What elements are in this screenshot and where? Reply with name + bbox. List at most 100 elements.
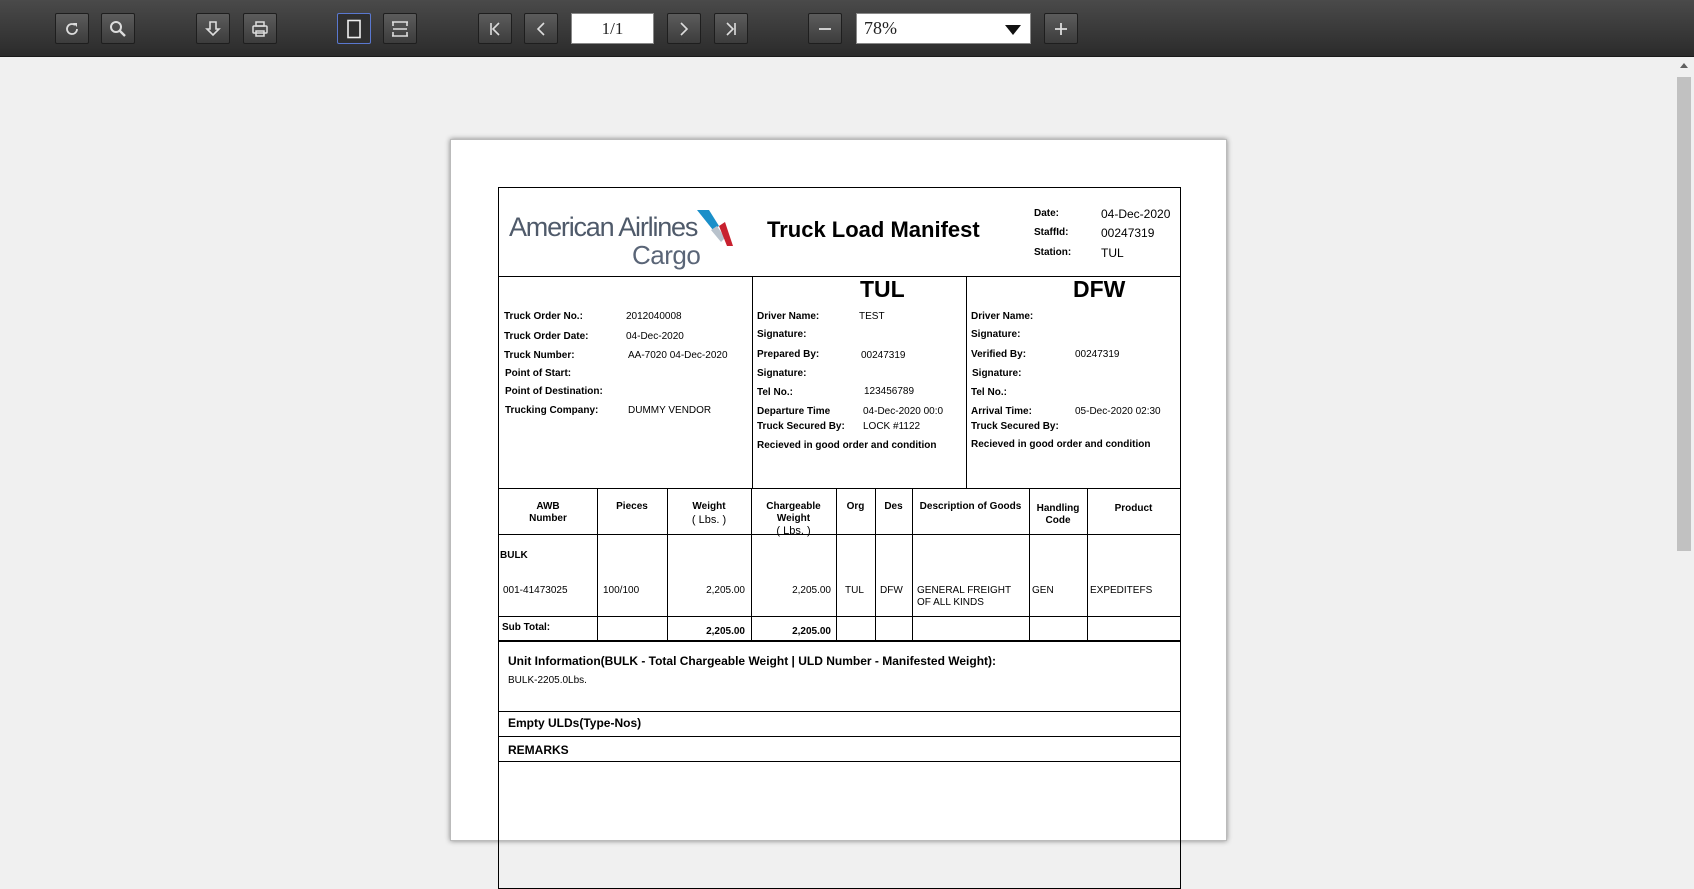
col-header-org: Org (846, 501, 865, 512)
single-page-icon (347, 19, 361, 38)
origin-tel-label: Tel No.: (757, 387, 793, 398)
col-header-handling-code: Handling Code (1029, 503, 1087, 527)
download-icon (205, 20, 221, 36)
divider (499, 761, 1180, 762)
origin-code: TUL (860, 276, 905, 302)
cell-product: EXPEDITEFS (1090, 585, 1153, 596)
dest-signature2-label: Signature: (972, 368, 1022, 379)
header-line: Number (529, 513, 567, 524)
verified-by-label: Verified By: (971, 349, 1027, 360)
zoom-in-icon (1055, 22, 1067, 35)
manifest-form: American Airlines Cargo Truck Load Manif… (498, 187, 1181, 889)
cell-description-line1: GENERAL FREIGHT (917, 585, 1012, 596)
fit-width-button[interactable] (383, 13, 417, 44)
col-header-product: Product (1114, 503, 1153, 514)
cell-des: DFW (880, 585, 903, 596)
first-page-button[interactable] (478, 13, 512, 44)
cell-awb: 001-41473025 (503, 585, 568, 596)
truck-number-label: Truck Number: (504, 350, 575, 361)
truck-order-no-label: Truck Order No.: (504, 311, 583, 322)
divider (499, 488, 1180, 489)
dest-received-text: Recieved in good order and condition (971, 439, 1151, 450)
col-header-pieces: Pieces (616, 501, 648, 512)
divider (499, 616, 1180, 617)
single-page-view-button[interactable] (337, 13, 371, 44)
col-header-weight: Weight ( Lbs. ) (667, 501, 751, 526)
origin-received-text: Recieved in good order and condition (757, 440, 937, 451)
header-line: Weight (776, 513, 811, 524)
origin-driver-label: Driver Name: (757, 311, 820, 322)
arrival-time-label: Arrival Time: (971, 406, 1032, 417)
cell-chargeable: 2,205.00 (792, 585, 831, 596)
prev-page-button[interactable] (524, 13, 558, 44)
vertical-scrollbar[interactable] (1674, 57, 1694, 802)
origin-tel-value: 123456789 (864, 386, 915, 397)
document-title: Truck Load Manifest (767, 217, 980, 242)
trucking-company-value: DUMMY VENDOR (628, 405, 712, 416)
truck-order-date-label: Truck Order Date: (504, 331, 589, 342)
zoom-select[interactable]: 78% (856, 13, 1031, 44)
dest-signature-label: Signature: (971, 329, 1021, 340)
empty-ulds-label: Empty ULDs(Type-Nos) (508, 716, 642, 730)
origin-driver-value: TEST (859, 311, 885, 322)
trucking-company-label: Trucking Company: (505, 405, 599, 416)
header-line: Code (1045, 515, 1071, 526)
cell-pieces: 100/100 (603, 585, 640, 596)
zoom-out-button[interactable] (808, 13, 842, 44)
cell-description-line2: OF ALL KINDS (917, 597, 984, 608)
col-header-des: Des (884, 501, 903, 512)
header-line: AWB (536, 501, 560, 512)
header-line: Chargeable (766, 501, 821, 512)
unit-information-value: BULK-2205.0Lbs. (508, 675, 587, 686)
unit-information-title: Unit Information(BULK - Total Chargeable… (508, 654, 997, 668)
logo-text-sub: Cargo (632, 240, 701, 270)
truck-order-no-value: 2012040008 (626, 311, 682, 322)
page-number-input[interactable]: 1/1 (571, 13, 654, 44)
departure-time-value: 04-Dec-2020 00:0 (863, 406, 944, 417)
prepared-by-value: 00247319 (861, 350, 906, 361)
cell-weight: 2,205.00 (706, 585, 745, 596)
scroll-up-arrow-icon[interactable] (1680, 63, 1688, 68)
last-page-button[interactable] (714, 13, 748, 44)
subtotal-chargeable: 2,205.00 (792, 626, 831, 637)
origin-secured-value: LOCK #1122 (863, 421, 921, 432)
arrival-time-value: 05-Dec-2020 02:30 (1075, 406, 1161, 417)
dest-driver-label: Driver Name: (971, 311, 1034, 322)
subtotal-label: Sub Total: (502, 622, 551, 633)
zoom-in-button[interactable] (1044, 13, 1078, 44)
first-page-icon (490, 21, 500, 36)
scrollbar-thumb[interactable] (1677, 77, 1691, 551)
divider (966, 276, 967, 488)
zoom-out-icon (819, 27, 831, 30)
refresh-button[interactable] (55, 13, 89, 44)
point-of-start-label: Point of Start: (505, 368, 572, 379)
print-button[interactable] (243, 13, 277, 44)
search-icon (110, 20, 126, 37)
flight-symbol-icon (697, 210, 733, 246)
page-number-value: 1/1 (601, 18, 624, 38)
col-header-description: Description of Goods (919, 501, 1022, 512)
header-line: ( Lbs. ) (691, 514, 727, 526)
refresh-icon (66, 22, 78, 35)
search-button[interactable] (101, 13, 135, 44)
cell-handling-code: GEN (1032, 585, 1054, 596)
origin-signature2-label: Signature: (757, 368, 807, 379)
remarks-label: REMARKS (508, 743, 569, 757)
truck-number-value: AA-7020 04-Dec-2020 (628, 350, 728, 361)
origin-signature-label: Signature: (757, 329, 807, 340)
divider (752, 276, 753, 488)
fit-width-icon (392, 20, 408, 37)
header-line: Handling (1036, 503, 1080, 514)
viewer-toolbar: 1/1 78% (0, 0, 1694, 57)
header-line: ( Lbs. ) (776, 525, 811, 537)
download-button[interactable] (196, 13, 230, 44)
subtotal-weight: 2,205.00 (706, 626, 745, 637)
truck-order-date-value: 04-Dec-2020 (626, 331, 684, 342)
next-page-button[interactable] (667, 13, 701, 44)
last-page-icon (726, 21, 736, 36)
point-of-destination-label: Point of Destination: (505, 386, 603, 397)
document-page: American Airlines Cargo Truck Load Manif… (450, 139, 1227, 889)
destination-code: DFW (1073, 276, 1126, 302)
dest-secured-label: Truck Secured By: (971, 421, 1059, 432)
staff-value: 00247319 (1101, 226, 1155, 240)
